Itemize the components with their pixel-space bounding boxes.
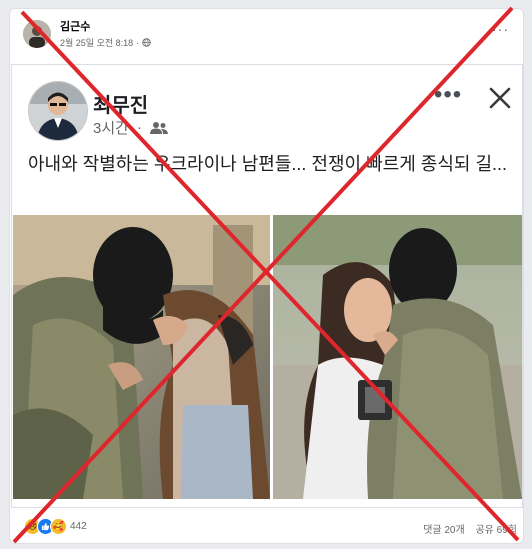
post-footer: 😢 🥰 442 댓글 20개 공유 69회 — [10, 512, 523, 542]
meta-separator: · — [136, 37, 140, 48]
more-dots-icon[interactable]: ••• — [434, 81, 462, 109]
friends-icon[interactable] — [149, 121, 168, 135]
avatar-image — [23, 20, 51, 48]
shares-count[interactable]: 공유 69회 — [475, 525, 517, 536]
shared-author-name[interactable]: 최무진 — [93, 89, 148, 118]
meta-separator: · — [136, 119, 142, 136]
shared-author-avatar[interactable] — [28, 81, 88, 141]
photo-soldier-embracing-wife — [273, 215, 522, 499]
shared-post-time[interactable]: 3시간 — [93, 117, 129, 138]
post-timestamp[interactable]: 2월 25일 오전 8:18 — [60, 36, 133, 49]
shared-post-text: 아내와 작별하는 우크라이나 남편들... 전쟁이 빠르게 종식되 길... — [28, 154, 508, 174]
avatar[interactable] — [23, 20, 51, 48]
shared-post: 최무진 3시간 · ••• 아내와 작별하는 우크라이나 남편들... 전쟁이 … — [11, 64, 523, 508]
post-meta: 2월 25일 오전 8:18 · — [60, 36, 151, 49]
post-photo-left[interactable] — [13, 215, 270, 499]
comments-count[interactable]: 댓글 20개 — [423, 525, 465, 536]
post-author-name[interactable]: 김근수 — [60, 18, 90, 34]
globe-icon[interactable] — [142, 38, 151, 47]
photo-soldier-kissing-wife — [13, 215, 270, 499]
avatar-image — [29, 82, 87, 140]
reaction-count[interactable]: 442 — [70, 521, 87, 532]
close-icon[interactable] — [487, 85, 513, 111]
shared-post-meta: 3시간 · — [93, 117, 168, 138]
post-header: 김근수 2월 25일 오전 8:18 · ··· — [10, 9, 523, 57]
reaction-icons[interactable]: 😢 🥰 — [24, 518, 67, 535]
post-photo-right[interactable] — [273, 215, 522, 499]
post-card: 김근수 2월 25일 오전 8:18 · ··· 최무진 3시간 · ••• 아… — [9, 8, 524, 544]
engagement-stats: 댓글 20개 공유 69회 — [423, 521, 517, 536]
more-dots-icon[interactable]: ··· — [492, 21, 509, 37]
thumbs-up-icon — [41, 522, 50, 531]
care-reaction-icon: 🥰 — [50, 518, 67, 535]
